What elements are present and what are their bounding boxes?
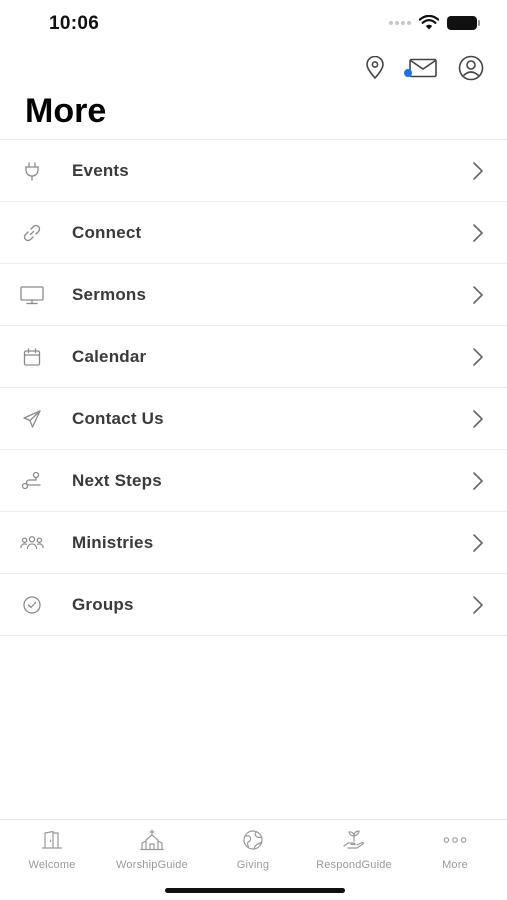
chevron-right-icon — [473, 472, 483, 490]
profile-button[interactable] — [457, 54, 485, 82]
chevron-right-icon — [473, 534, 483, 552]
menu-label-events: Events — [72, 160, 129, 180]
chevron-right-icon — [473, 596, 483, 614]
battery-icon — [447, 15, 480, 30]
people-group-icon — [20, 531, 44, 555]
menu-item-groups[interactable]: Groups — [0, 574, 507, 636]
ellipsis-icon — [443, 828, 467, 852]
status-time: 10:06 — [49, 13, 100, 34]
menu-item-ministries[interactable]: Ministries — [0, 512, 507, 574]
unread-indicator — [404, 69, 412, 77]
chevron-right-icon — [473, 410, 483, 428]
tab-more[interactable]: More — [405, 828, 505, 871]
status-bar: 10:06 — [0, 0, 507, 50]
tab-worshipguide[interactable]: WorshipGuide — [102, 828, 202, 871]
menu-label-groups: Groups — [72, 594, 134, 614]
tab-label-welcome: Welcome — [28, 859, 76, 871]
menu-item-next-steps[interactable]: Next Steps — [0, 450, 507, 512]
paper-plane-icon — [20, 407, 44, 431]
cellular-signal-icon — [389, 20, 411, 25]
menu-label-calendar: Calendar — [72, 346, 147, 366]
status-icons — [389, 15, 480, 30]
menu-label-connect: Connect — [72, 222, 142, 242]
tab-welcome[interactable]: Welcome — [2, 828, 102, 871]
calendar-icon — [20, 345, 44, 369]
menu-item-contact-us[interactable]: Contact Us — [0, 388, 507, 450]
messages-button[interactable] — [404, 54, 439, 82]
wifi-icon — [419, 15, 439, 30]
hand-seedling-icon — [342, 828, 366, 852]
more-menu-list: Events Connect Sermons Calendar Contact … — [0, 139, 507, 636]
menu-item-sermons[interactable]: Sermons — [0, 264, 507, 326]
location-button[interactable] — [361, 54, 389, 82]
tab-giving[interactable]: Giving — [203, 828, 303, 871]
page-title: More — [25, 92, 107, 130]
header-actions — [361, 54, 485, 82]
mail-icon — [409, 58, 437, 78]
chevron-right-icon — [473, 224, 483, 242]
plug-icon — [20, 159, 44, 183]
door-icon — [40, 828, 64, 852]
menu-item-connect[interactable]: Connect — [0, 202, 507, 264]
link-icon — [20, 221, 44, 245]
menu-label-sermons: Sermons — [72, 284, 147, 304]
location-pin-icon — [366, 56, 384, 80]
home-indicator[interactable] — [165, 888, 345, 893]
tab-label-more: More — [442, 859, 468, 871]
chevron-right-icon — [473, 162, 483, 180]
path-icon — [20, 469, 44, 493]
chevron-right-icon — [473, 348, 483, 366]
user-profile-icon — [458, 55, 484, 81]
chevron-right-icon — [473, 286, 483, 304]
monitor-icon — [20, 283, 44, 307]
menu-item-events[interactable]: Events — [0, 140, 507, 202]
church-icon — [140, 828, 164, 852]
menu-label-ministries: Ministries — [72, 532, 154, 552]
menu-item-calendar[interactable]: Calendar — [0, 326, 507, 388]
tab-label-worshipguide: WorshipGuide — [116, 859, 188, 871]
globe-icon — [241, 828, 265, 852]
check-circle-icon — [20, 593, 44, 617]
menu-label-contact-us: Contact Us — [72, 408, 164, 428]
bottom-tab-bar: Welcome WorshipGuide Giving RespondGuide — [0, 819, 507, 900]
tab-label-respondguide: RespondGuide — [316, 859, 392, 871]
menu-label-next-steps: Next Steps — [72, 470, 162, 490]
tab-label-giving: Giving — [236, 859, 270, 871]
tab-respondguide[interactable]: RespondGuide — [304, 828, 404, 871]
